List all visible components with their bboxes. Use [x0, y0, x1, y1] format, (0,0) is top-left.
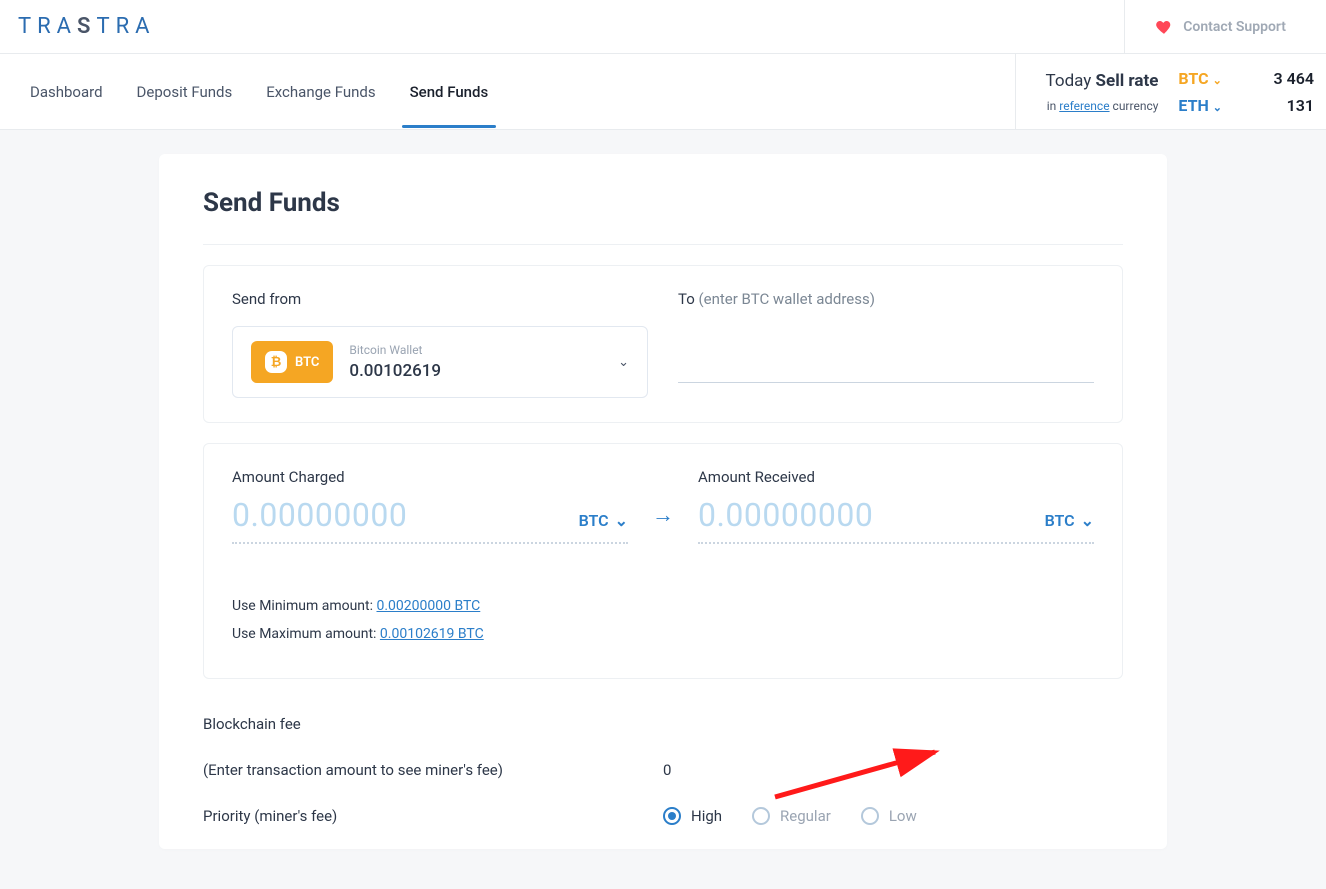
rate-btc-value: 3 464 [1262, 69, 1314, 88]
wallet-balance: 0.00102619 [349, 361, 441, 381]
nav-dashboard[interactable]: Dashboard [30, 57, 103, 127]
amount-received-currency[interactable]: BTC ⌄ [1045, 511, 1094, 530]
blockchain-fee-title: Blockchain fee [203, 715, 1123, 733]
page-title: Send Funds [203, 188, 1123, 245]
brand-logo[interactable]: TRASTRA [0, 14, 156, 39]
max-amount-label: Use Maximum amount: [232, 626, 380, 642]
rates-today: Today [1046, 71, 1096, 91]
min-amount-link[interactable]: 0.00200000 BTC [376, 598, 480, 614]
chevron-down-icon: ⌄ [1081, 511, 1094, 530]
wallet-select[interactable]: ₿ BTC Bitcoin Wallet 0.00102619 ⌄ [232, 326, 648, 398]
nav-exchange[interactable]: Exchange Funds [266, 57, 375, 127]
main-nav: Dashboard Deposit Funds Exchange Funds S… [0, 54, 488, 129]
wallet-name: Bitcoin Wallet [349, 343, 441, 357]
rates-sell: Sell rate [1096, 71, 1159, 91]
to-hint: (enter BTC wallet address) [699, 290, 875, 308]
rate-eth-dropdown[interactable]: ETH⌄ 131 [1178, 96, 1314, 115]
chevron-down-icon: ⌄ [615, 511, 628, 530]
amount-received-label: Amount Received [698, 468, 1094, 486]
amount-charged-currency[interactable]: BTC ⌄ [579, 511, 628, 530]
amount-charged-label: Amount Charged [232, 468, 628, 486]
nav-deposit[interactable]: Deposit Funds [137, 57, 233, 127]
nav-send[interactable]: Send Funds [410, 57, 489, 127]
heart-icon [1155, 18, 1173, 36]
fee-value: 0 [663, 761, 1123, 779]
rates-panel: Today Sell rate in reference currency BT… [1015, 54, 1326, 129]
to-label: To [678, 290, 699, 308]
send-from-label: Send from [232, 290, 648, 308]
chevron-down-icon: ⌄ [1213, 74, 1222, 87]
btc-badge: ₿ BTC [251, 341, 333, 383]
chevron-down-icon: ⌄ [618, 355, 629, 370]
chevron-down-icon: ⌄ [1213, 101, 1222, 114]
min-amount-label: Use Minimum amount: [232, 598, 376, 614]
contact-support-button[interactable]: Contact Support [1124, 0, 1326, 53]
contact-support-label: Contact Support [1183, 19, 1286, 35]
recipient-address-input[interactable] [678, 326, 1094, 383]
amount-received-input[interactable] [698, 496, 958, 534]
rate-eth-value: 131 [1262, 96, 1314, 115]
max-amount-link[interactable]: 0.00102619 BTC [380, 626, 484, 642]
arrow-right-icon: → [652, 468, 674, 528]
rate-btc-dropdown[interactable]: BTC⌄ 3 464 [1178, 69, 1314, 88]
amount-charged-input[interactable] [232, 496, 492, 534]
bitcoin-icon: ₿ [265, 351, 287, 373]
fee-hint: (Enter transaction amount to see miner's… [203, 761, 663, 779]
reference-link[interactable]: reference [1059, 99, 1109, 113]
